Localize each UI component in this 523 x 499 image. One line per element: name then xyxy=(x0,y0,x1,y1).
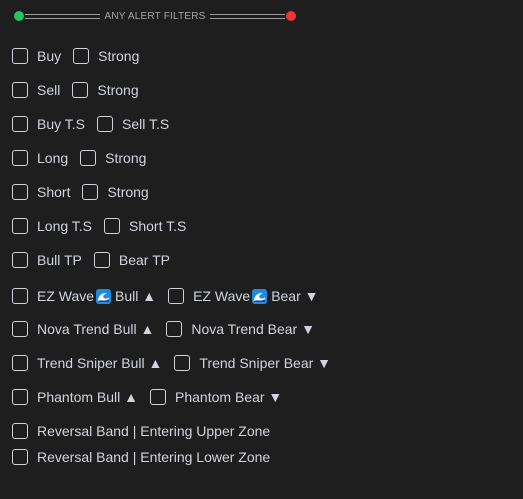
option-short-strong[interactable]: Strong xyxy=(82,184,149,200)
filter-row-buy: Buy Strong xyxy=(12,46,151,66)
option-label: Bull TP xyxy=(37,252,82,268)
filter-row-long-short-ts: Long T.S Short T.S xyxy=(12,216,198,236)
filter-row-short: Short Strong xyxy=(12,182,161,202)
option-label: Strong xyxy=(105,150,147,166)
section-title: ANY ALERT FILTERS xyxy=(104,10,206,22)
wave-icon xyxy=(96,289,112,304)
option-label: EZ Wave Bear ▼ xyxy=(193,288,319,304)
checkbox[interactable] xyxy=(12,184,28,200)
alert-filters-header: ANY ALERT FILTERS xyxy=(14,9,297,23)
checkbox[interactable] xyxy=(80,150,97,166)
checkbox[interactable] xyxy=(12,423,28,439)
checkbox[interactable] xyxy=(72,82,89,98)
option-label: Long xyxy=(37,150,69,166)
option-label: Phantom Bear ▼ xyxy=(175,389,283,405)
option-reversal-band-lower[interactable]: Reversal Band | Entering Lower Zone xyxy=(12,449,270,465)
option-buy[interactable]: Buy xyxy=(12,48,61,64)
option-ez-wave-bull[interactable]: EZ Wave Bull ▲ xyxy=(12,288,156,304)
option-short[interactable]: Short xyxy=(12,184,70,200)
checkbox[interactable] xyxy=(12,321,28,337)
option-sell[interactable]: Sell xyxy=(12,82,60,98)
option-label-prefix: EZ Wave xyxy=(37,288,95,304)
checkbox[interactable] xyxy=(12,116,28,132)
filter-row-nova-trend: Nova Trend Bull ▲ Nova Trend Bear ▼ xyxy=(12,319,327,339)
option-label: EZ Wave Bull ▲ xyxy=(37,288,156,304)
option-phantom-bear[interactable]: Phantom Bear ▼ xyxy=(150,389,282,405)
checkbox[interactable] xyxy=(12,389,28,405)
option-label: Buy T.S xyxy=(37,116,85,132)
option-label: Bear TP xyxy=(118,252,170,268)
option-long[interactable]: Long xyxy=(12,150,68,166)
header-divider-left xyxy=(25,13,101,19)
checkbox[interactable] xyxy=(12,449,28,465)
checkbox[interactable] xyxy=(12,218,28,234)
option-sell-ts[interactable]: Sell T.S xyxy=(97,116,169,132)
option-label: Short xyxy=(37,184,71,200)
checkbox[interactable] xyxy=(73,48,90,64)
option-label: Buy xyxy=(37,48,62,64)
option-long-ts[interactable]: Long T.S xyxy=(12,218,92,234)
checkbox[interactable] xyxy=(12,252,28,268)
checkbox[interactable] xyxy=(93,252,110,268)
option-nova-trend-bear[interactable]: Nova Trend Bear ▼ xyxy=(166,321,315,337)
option-label-suffix: Bull ▲ xyxy=(115,288,157,304)
option-label: Strong xyxy=(98,48,140,64)
option-short-ts[interactable]: Short T.S xyxy=(104,218,186,234)
filter-row-sell: Sell Strong xyxy=(12,80,151,100)
checkbox[interactable] xyxy=(174,355,191,371)
option-label: Phantom Bull ▲ xyxy=(37,389,139,405)
red-dot-icon xyxy=(286,11,297,21)
checkbox[interactable] xyxy=(104,218,121,234)
option-buy-strong[interactable]: Strong xyxy=(73,48,139,64)
option-label: Trend Sniper Bull ▲ xyxy=(37,355,163,371)
option-bear-tp[interactable]: Bear TP xyxy=(93,252,170,268)
checkbox[interactable] xyxy=(12,150,28,166)
filter-row-reversal-lower: Reversal Band | Entering Lower Zone xyxy=(12,447,282,467)
checkbox[interactable] xyxy=(150,389,167,405)
filter-row-ez-wave: EZ Wave Bull ▲ EZ Wave Bear ▼ xyxy=(12,286,331,306)
option-trend-sniper-bull[interactable]: Trend Sniper Bull ▲ xyxy=(12,355,162,371)
option-label: Nova Trend Bull ▲ xyxy=(37,321,155,337)
option-label: Sell T.S xyxy=(122,116,170,132)
checkbox[interactable] xyxy=(12,82,28,98)
wave-icon xyxy=(252,289,268,304)
filter-row-tp: Bull TP Bear TP xyxy=(12,250,182,270)
green-dot-icon xyxy=(14,11,24,21)
option-buy-ts[interactable]: Buy T.S xyxy=(12,116,85,132)
option-label: Reversal Band | Entering Lower Zone xyxy=(37,449,271,465)
option-label: Trend Sniper Bear ▼ xyxy=(199,355,332,371)
filter-row-phantom: Phantom Bull ▲ Phantom Bear ▼ xyxy=(12,387,294,407)
option-trend-sniper-bear[interactable]: Trend Sniper Bear ▼ xyxy=(174,355,331,371)
option-label: Nova Trend Bear ▼ xyxy=(191,321,315,337)
filter-row-ts: Buy T.S Sell T.S xyxy=(12,114,181,134)
checkbox[interactable] xyxy=(12,48,28,64)
filter-row-trend-sniper: Trend Sniper Bull ▲ Trend Sniper Bear ▼ xyxy=(12,353,343,373)
option-label: Reversal Band | Entering Upper Zone xyxy=(37,423,271,439)
checkbox[interactable] xyxy=(12,288,28,304)
checkbox[interactable] xyxy=(168,288,185,304)
filter-row-reversal-upper: Reversal Band | Entering Upper Zone xyxy=(12,421,282,441)
checkbox[interactable] xyxy=(82,184,99,200)
filter-row-long: Long Strong xyxy=(12,148,158,168)
header-divider-right xyxy=(209,13,286,19)
option-ez-wave-bear[interactable]: EZ Wave Bear ▼ xyxy=(168,288,319,304)
option-label: Short T.S xyxy=(129,218,187,234)
option-label-prefix: EZ Wave xyxy=(193,288,251,304)
option-label: Long T.S xyxy=(37,218,93,234)
option-label: Strong xyxy=(107,184,149,200)
option-long-strong[interactable]: Strong xyxy=(80,150,146,166)
checkbox[interactable] xyxy=(166,321,183,337)
checkbox[interactable] xyxy=(97,116,113,132)
option-nova-trend-bull[interactable]: Nova Trend Bull ▲ xyxy=(12,321,154,337)
option-bull-tp[interactable]: Bull TP xyxy=(12,252,82,268)
option-phantom-bull[interactable]: Phantom Bull ▲ xyxy=(12,389,138,405)
option-sell-strong[interactable]: Strong xyxy=(72,82,139,98)
option-label: Sell xyxy=(37,82,61,98)
option-label: Strong xyxy=(97,82,139,98)
checkbox[interactable] xyxy=(12,355,28,371)
option-reversal-band-upper[interactable]: Reversal Band | Entering Upper Zone xyxy=(12,423,270,439)
option-label-suffix: Bear ▼ xyxy=(271,288,319,304)
